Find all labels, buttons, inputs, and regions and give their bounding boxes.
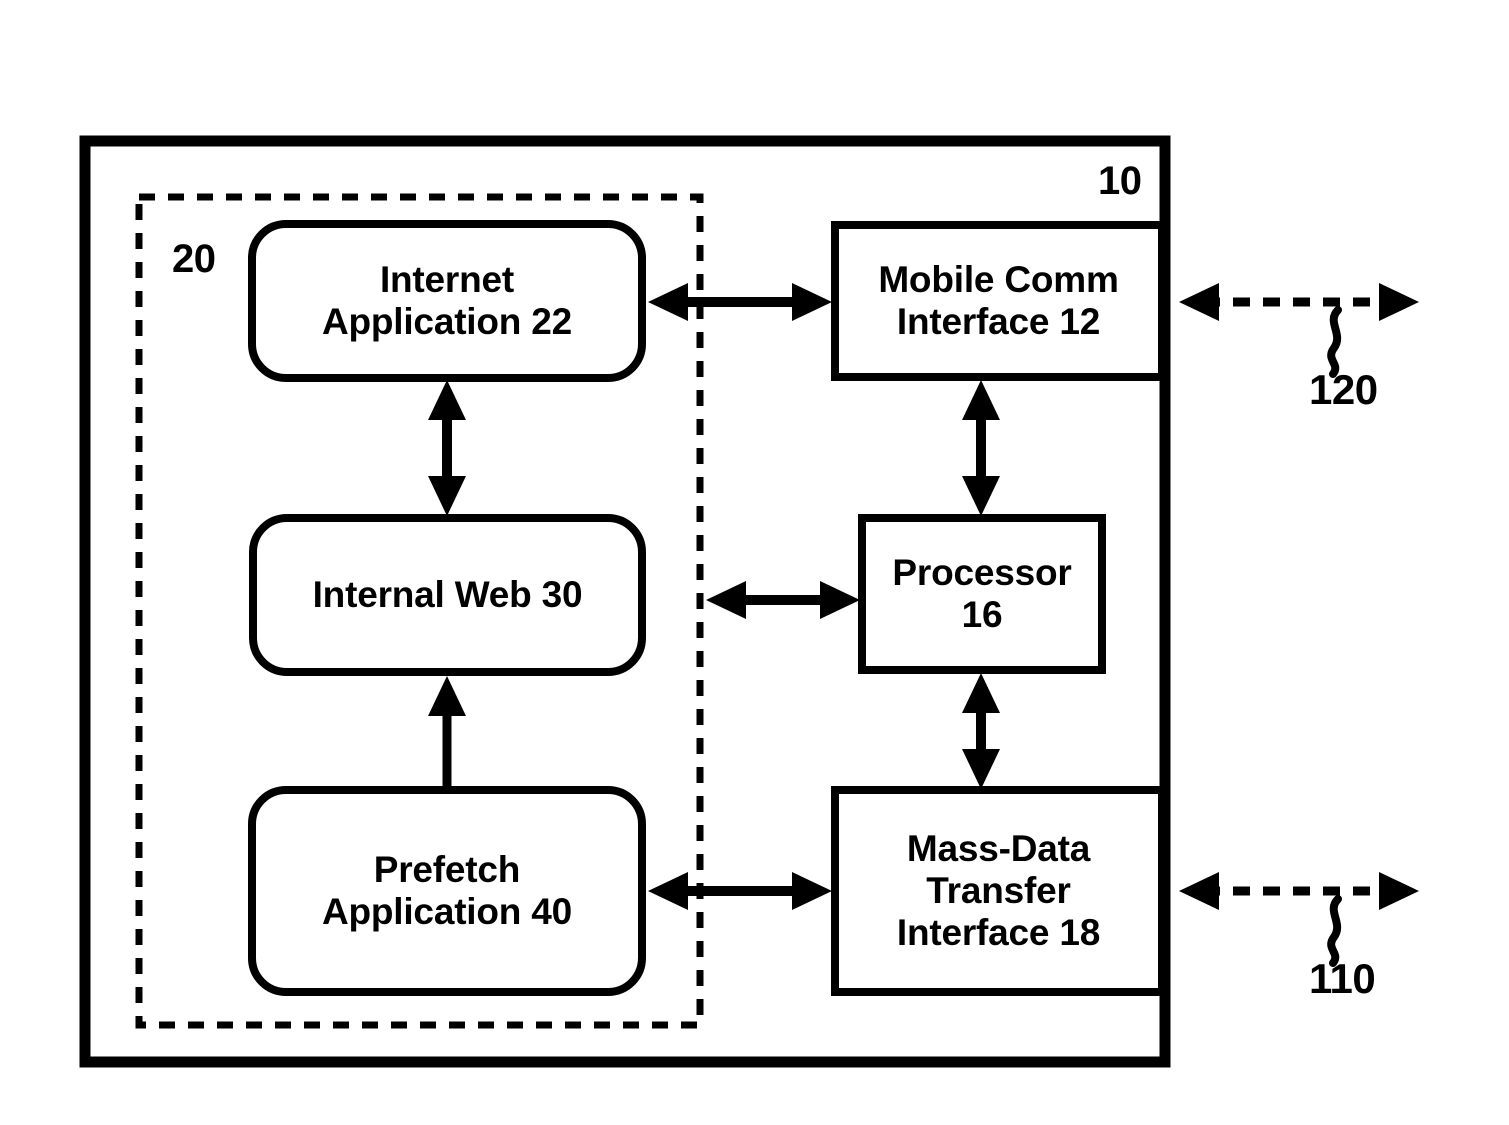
connector-mobile-comm-to-processor: [962, 380, 1000, 516]
reference-numeral-120: 120: [1309, 366, 1378, 413]
connector-mass-data-external: [1179, 872, 1419, 967]
connector-mobile-comm-external: [1179, 283, 1419, 378]
connector-prefetch-app-to-mass-data: [648, 872, 832, 910]
leader-squiggle-120: [1327, 306, 1342, 378]
reference-numeral-20: 20: [172, 237, 216, 281]
internet-application-block: [248, 220, 646, 382]
leader-squiggle-110: [1327, 895, 1342, 967]
connector-prefetch-app-to-internal-web: [428, 676, 466, 790]
connector-processor-to-mass-data: [962, 673, 1000, 789]
processor-block: [858, 514, 1106, 674]
diagram-canvas: [79, 135, 1419, 1068]
connector-internet-app-to-mobile-comm: [648, 283, 832, 321]
reference-numeral-110: 110: [1309, 955, 1376, 1002]
internal-web-block: [249, 514, 646, 676]
connector-internet-app-to-internal-web: [428, 380, 466, 516]
prefetch-application-block: [248, 786, 646, 996]
patent-figure: 10 20 Internet Application 22 Internal W…: [0, 0, 1509, 1125]
mass-data-transfer-interface-block: [831, 786, 1166, 996]
mobile-comm-interface-block: [831, 221, 1166, 381]
reference-numeral-10: 10: [1098, 159, 1142, 203]
connector-internal-web-to-processor: [706, 581, 860, 619]
